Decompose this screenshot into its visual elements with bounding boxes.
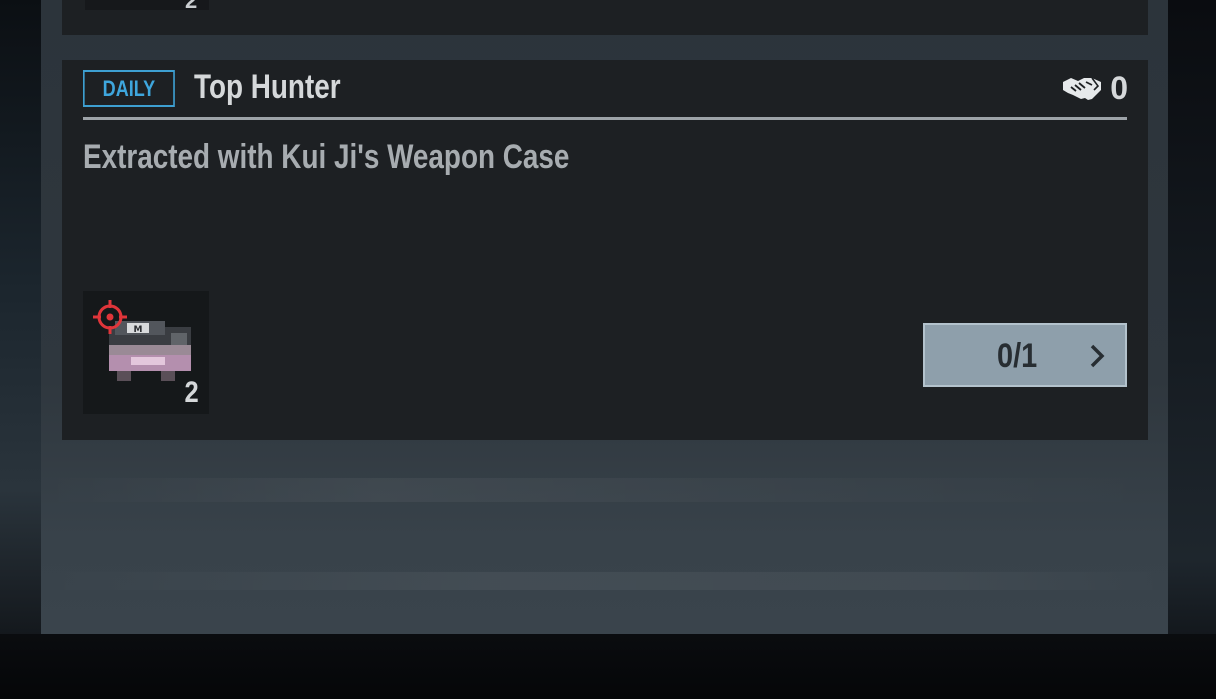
mission-description: Extracted with Kui Ji's Weapon Case xyxy=(83,138,570,176)
progress-label: 0/1 xyxy=(997,337,1038,375)
handshake-icon xyxy=(1063,77,1102,100)
svg-text:M: M xyxy=(134,325,143,335)
daily-badge: DAILY xyxy=(83,70,175,107)
previous-item-count: 2 xyxy=(185,0,198,13)
panel-light-streak xyxy=(41,572,1168,590)
reward-item-slot[interactable]: M 2 xyxy=(83,291,209,414)
mission-progress-button[interactable]: 0/1 xyxy=(923,323,1127,387)
panel-light-streak xyxy=(41,478,1168,502)
previous-mission-card[interactable]: 2 xyxy=(62,0,1148,35)
chevron-right-icon xyxy=(1090,344,1105,368)
game-screen: 2 DAILY Top Hunter 0 Extracted with Kui … xyxy=(0,0,1216,699)
reputation-reward: 0 xyxy=(1062,72,1128,104)
background-right xyxy=(1168,0,1216,699)
background-bottom xyxy=(0,634,1216,699)
reward-item-count: 2 xyxy=(184,376,199,409)
background-left xyxy=(0,0,42,699)
mission-title: Top Hunter xyxy=(194,68,341,106)
mission-card[interactable]: DAILY Top Hunter 0 Extracted with Kui Ji… xyxy=(62,60,1148,440)
crosshair-icon xyxy=(93,300,127,334)
title-divider xyxy=(83,117,1127,120)
reputation-count: 0 xyxy=(1110,70,1128,106)
